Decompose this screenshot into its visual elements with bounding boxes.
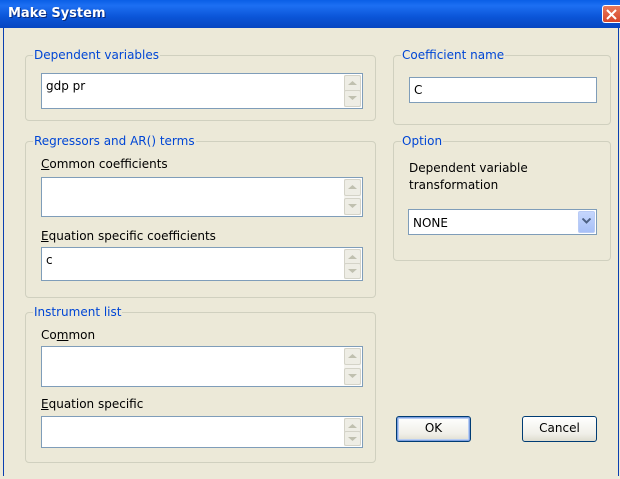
chevron-down-icon bbox=[582, 218, 591, 224]
coefficient-name-group: Coefficient name C bbox=[393, 48, 611, 125]
make-system-dialog: Make System Dependent variables gdp pr C… bbox=[0, 0, 620, 479]
scroll-down-button[interactable] bbox=[344, 90, 361, 107]
dialog-client-area: Dependent variables gdp pr Coefficient n… bbox=[3, 28, 619, 476]
arrow-down-icon bbox=[348, 96, 357, 100]
transformation-select[interactable]: NONE bbox=[408, 209, 597, 235]
ok-button[interactable]: OK bbox=[396, 416, 471, 442]
option-group: Option Dependent variable transformation… bbox=[393, 134, 611, 261]
arrow-down-icon bbox=[348, 437, 357, 441]
dependent-variables-group: Dependent variables gdp pr bbox=[25, 48, 376, 121]
instrument-equation-specific-scrollbar[interactable] bbox=[344, 418, 361, 446]
title-bar[interactable]: Make System bbox=[0, 0, 620, 28]
scroll-up-button[interactable] bbox=[344, 179, 361, 196]
common-coefficients-label: Common coefficients bbox=[41, 157, 168, 171]
coefficient-name-legend: Coefficient name bbox=[401, 48, 506, 62]
arrow-up-icon bbox=[348, 354, 357, 358]
regressors-group: Regressors and AR() terms Common coeffic… bbox=[25, 134, 376, 298]
window-title: Make System bbox=[8, 6, 106, 21]
dependent-variables-legend: Dependent variables bbox=[33, 48, 161, 62]
common-coefficients-input[interactable] bbox=[41, 177, 363, 217]
instrument-common-label: Common bbox=[41, 328, 96, 342]
dependent-variable-label: Dependent variable bbox=[409, 161, 528, 175]
arrow-up-icon bbox=[348, 81, 357, 85]
scroll-down-button[interactable] bbox=[344, 368, 361, 385]
close-icon bbox=[606, 9, 617, 20]
arrow-up-icon bbox=[348, 424, 357, 428]
dropdown-button[interactable] bbox=[578, 211, 595, 233]
equation-specific-coefficients-label: Equation specific coefficients bbox=[41, 229, 216, 243]
scroll-down-button[interactable] bbox=[344, 198, 361, 215]
dependent-variables-scrollbar[interactable] bbox=[344, 75, 361, 107]
scroll-up-button[interactable] bbox=[344, 348, 361, 365]
coefficient-name-input[interactable]: C bbox=[409, 77, 597, 103]
arrow-down-icon bbox=[348, 204, 357, 208]
arrow-up-icon bbox=[348, 185, 357, 189]
option-legend: Option bbox=[401, 134, 444, 148]
equation-specific-coefficients-value: c bbox=[46, 253, 53, 267]
close-button[interactable] bbox=[602, 5, 620, 23]
transformation-selected-value: NONE bbox=[413, 216, 448, 230]
equation-specific-coefficients-input[interactable]: c bbox=[41, 247, 363, 281]
transformation-label: transformation bbox=[409, 178, 499, 192]
instrument-common-scrollbar[interactable] bbox=[344, 348, 361, 385]
instrument-equation-specific-label: Equation specific bbox=[41, 397, 144, 411]
arrow-up-icon bbox=[348, 255, 357, 259]
regressors-legend: Regressors and AR() terms bbox=[33, 134, 196, 148]
common-coefficients-scrollbar[interactable] bbox=[344, 179, 361, 215]
dependent-variables-value: gdp pr bbox=[46, 79, 86, 93]
scroll-down-button[interactable] bbox=[344, 431, 361, 446]
arrow-down-icon bbox=[348, 269, 357, 273]
cancel-button[interactable]: Cancel bbox=[522, 416, 597, 442]
equation-specific-coefficients-scrollbar[interactable] bbox=[344, 249, 361, 279]
scroll-down-button[interactable] bbox=[344, 263, 361, 279]
instrument-common-input[interactable] bbox=[41, 346, 363, 387]
instrument-equation-specific-input[interactable] bbox=[41, 416, 363, 448]
instrument-list-legend: Instrument list bbox=[33, 305, 123, 319]
coefficient-name-value: C bbox=[414, 83, 423, 97]
dependent-variables-input[interactable]: gdp pr bbox=[41, 73, 363, 109]
instrument-list-group: Instrument list Common Equation specific bbox=[25, 305, 376, 463]
arrow-down-icon bbox=[348, 374, 357, 378]
